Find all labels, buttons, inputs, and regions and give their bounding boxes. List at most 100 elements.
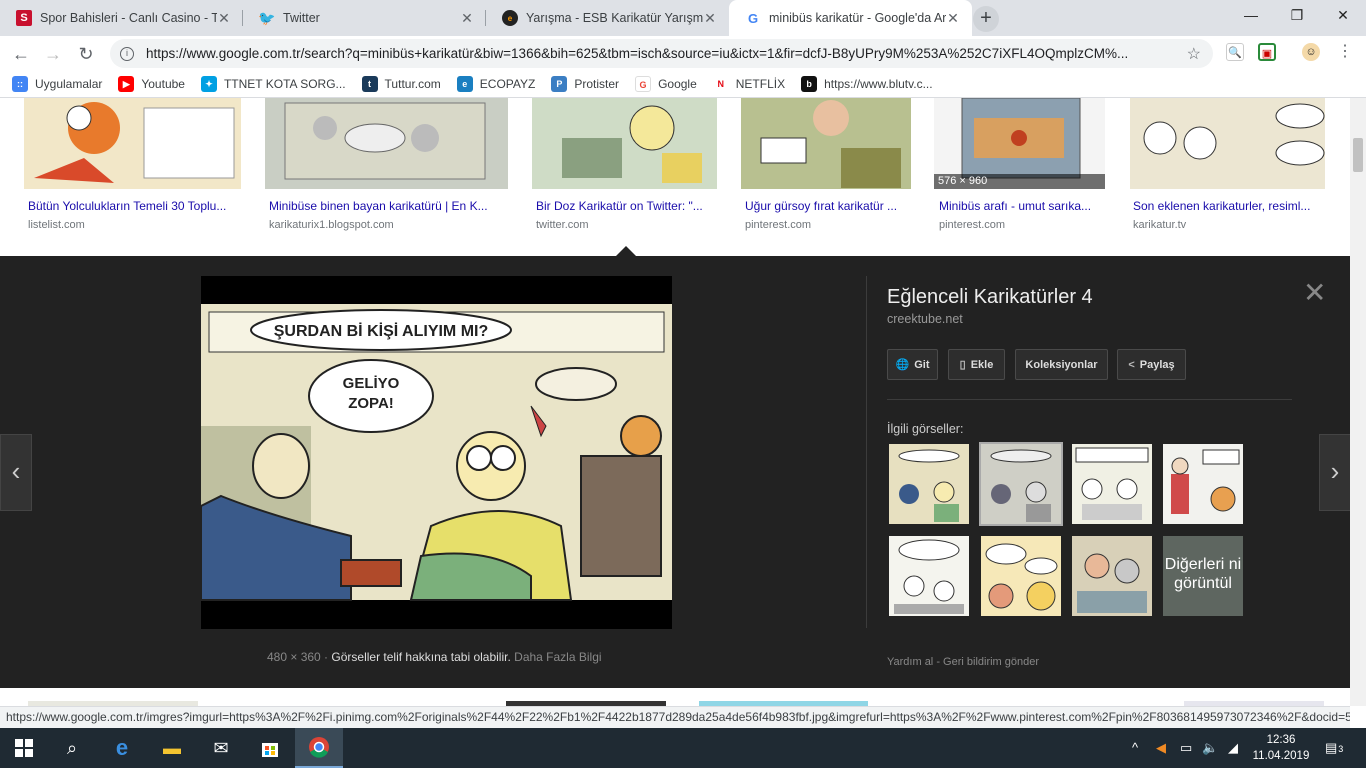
related-image-thumbnail[interactable] (1163, 444, 1243, 524)
result-thumbnail[interactable] (24, 98, 241, 189)
site-info-icon[interactable]: i (120, 46, 134, 61)
browser-toolbar: ← → ↻ i https://www.google.com.tr/search… (0, 36, 1366, 70)
search-extension-icon[interactable]: 🔍 (1226, 43, 1244, 61)
related-image-thumbnail[interactable] (889, 444, 969, 524)
maximize-button[interactable]: ❐ (1274, 0, 1320, 30)
new-tab-button[interactable]: + (973, 6, 999, 32)
globe-icon: 🌐 (895, 359, 910, 371)
profile-avatar[interactable]: ☺ (1302, 43, 1320, 61)
search-icon[interactable]: ⌕ (48, 728, 96, 768)
blutv-icon: b (801, 75, 818, 92)
bookmarks-bar: :: Uygulamalar ▶ Youtube ✦ TTNET KOTA SORG.… (0, 70, 1366, 98)
collections-button-label: Koleksiyonlar (1025, 358, 1098, 371)
tray-chevron-icon[interactable]: ^ (1132, 740, 1138, 755)
chrome-logo-icon (309, 737, 329, 758)
related-image-thumbnail[interactable] (889, 536, 969, 616)
edge-browser-icon[interactable]: e (98, 728, 146, 768)
close-tab-icon[interactable]: ✕ (217, 10, 231, 27)
related-image-thumbnail[interactable] (1072, 444, 1152, 524)
bookmark-uygulamalar[interactable]: :: Uygulamalar (12, 75, 102, 92)
close-tab-icon[interactable]: ✕ (946, 10, 960, 27)
menu-kebab-icon[interactable]: ⋮ (1336, 43, 1354, 61)
volume-icon[interactable]: 🔈 (1202, 740, 1218, 756)
tab-google-search[interactable]: G minibüs karikatür - Google'da Ara ✕ (729, 0, 972, 36)
scrollbar-thumb[interactable] (1353, 138, 1363, 172)
url-text[interactable]: https://www.google.com.tr/search?q=minib… (146, 46, 1166, 61)
next-image-arrow-icon[interactable]: › (1319, 434, 1350, 511)
result-caption[interactable]: Minibüse binen bayan karikatürü | En K..… (269, 199, 509, 213)
system-clock[interactable]: 12:36 11.04.2019 (1252, 732, 1310, 764)
status-bar-url: https://www.google.com.tr/imgres?imgurl=… (0, 706, 1350, 728)
related-image-thumbnail[interactable] (1072, 536, 1152, 616)
close-panel-icon[interactable]: ✕ (1303, 276, 1326, 309)
speaker-alert-icon[interactable]: ◀ (1156, 740, 1166, 756)
tab-spor-bahisleri[interactable]: S Spor Bahisleri - Canlı Casino - Tombal… (0, 0, 243, 36)
more-info-link[interactable]: Daha Fazla Bilgi (514, 650, 601, 664)
help-link[interactable]: Yardım al (887, 656, 933, 668)
result-caption[interactable]: Son eklenen karikaturler, resiml... (1133, 199, 1328, 213)
previous-image-arrow-icon[interactable]: ‹ (0, 434, 32, 511)
minimize-button[interactable]: — (1228, 0, 1274, 30)
main-preview-image[interactable]: ŞURDAN Bİ KİŞİ ALIYIM MI? GELİYO ZOPA! (201, 276, 672, 629)
page-scrollbar[interactable] (1350, 98, 1366, 706)
bookmark-star-icon[interactable]: ☆ (1187, 44, 1201, 64)
bookmark-netflix[interactable]: N NETFLİX (712, 75, 785, 92)
panel-site[interactable]: creektube.net (887, 312, 963, 326)
result-caption[interactable]: Minibüs arafı - umut sarıka... (939, 199, 1109, 213)
forward-arrow-icon[interactable]: → (40, 41, 66, 67)
cartoon-thumbnail-image (981, 536, 1061, 616)
windows-start-icon[interactable] (0, 728, 48, 768)
close-tab-icon[interactable]: ✕ (703, 10, 717, 27)
bookmark-protister[interactable]: P Protister (551, 75, 619, 92)
go-button[interactable]: 🌐 Git (887, 349, 938, 380)
chrome-taskbar-icon[interactable] (295, 728, 343, 768)
bookmark-tuttur[interactable]: t Tuttur.com (361, 75, 441, 92)
tab-title: minibüs karikatür - Google'da Ara (769, 11, 946, 25)
battery-icon[interactable]: ▭ (1180, 740, 1192, 756)
panel-divider (866, 276, 867, 628)
reload-icon[interactable]: ↻ (73, 41, 99, 67)
close-window-button[interactable]: ✕ (1320, 0, 1366, 30)
extension-icon[interactable]: ▣ (1258, 43, 1276, 61)
panel-title[interactable]: Eğlenceli Karikatürler 4 (887, 286, 1093, 309)
windows-logo-icon (15, 739, 33, 757)
cartoon-thumbnail-image (24, 98, 241, 189)
copyright-notice: Görseller telif hakkına tabi olabilir. (331, 650, 511, 664)
bookmark-ttnet[interactable]: ✦ TTNET KOTA SORG... (200, 75, 346, 92)
wifi-icon[interactable]: ◢ (1228, 740, 1238, 756)
twitter-icon: 🐦 (258, 9, 276, 26)
bookmark-blutv[interactable]: b https://www.blutv.c... (801, 75, 933, 92)
tab-esb-yarisma[interactable]: e Yarışma - ESB Karikatür Yarışması ✕ (486, 0, 729, 36)
result-thumbnail[interactable] (265, 98, 508, 189)
address-bar[interactable]: i https://www.google.com.tr/search?q=min… (110, 39, 1213, 68)
bookmark-youtube[interactable]: ▶ Youtube (118, 75, 185, 92)
save-button-label: Ekle (970, 358, 994, 371)
apps-grid-icon: :: (12, 75, 28, 92)
view-more-button[interactable]: Diğerleri ni görüntül (1163, 536, 1243, 616)
bookmark-google[interactable]: G Google (635, 75, 697, 92)
youtube-icon: ▶ (118, 75, 135, 92)
result-thumbnail[interactable] (532, 98, 717, 189)
store-icon[interactable] (246, 728, 294, 768)
action-center-icon[interactable]: ▤3 (1325, 740, 1343, 756)
save-button[interactable]: ▯ Ekle (948, 349, 1005, 380)
mail-icon[interactable]: ✉ (197, 728, 245, 768)
ttnet-icon: ✦ (200, 75, 217, 92)
result-caption[interactable]: Bütün Yolculukların Temeli 30 Toplu... (28, 199, 243, 213)
bookmark-ecopayz[interactable]: e ECOPAYZ (456, 75, 535, 92)
back-arrow-icon[interactable]: ← (8, 41, 34, 67)
related-image-thumbnail-selected[interactable] (979, 442, 1063, 526)
result-thumbnail[interactable] (1130, 98, 1325, 189)
speech-bubble-text: ŞURDAN Bİ KİŞİ ALIYIM MI? (274, 322, 489, 340)
result-caption[interactable]: Uğur gürsoy fırat karikatür ... (745, 199, 915, 213)
file-explorer-icon[interactable]: ▬ (148, 728, 196, 768)
collections-button[interactable]: Koleksiyonlar (1015, 349, 1108, 380)
result-caption[interactable]: Bir Doz Karikatür on Twitter: "... (536, 199, 721, 213)
result-thumbnail[interactable] (741, 98, 911, 189)
related-image-thumbnail[interactable] (981, 536, 1061, 616)
share-button[interactable]: < Paylaş (1117, 349, 1186, 380)
cartoon-thumbnail-image (1072, 536, 1152, 616)
close-tab-icon[interactable]: ✕ (460, 10, 474, 27)
tab-twitter[interactable]: 🐦 Twitter ✕ (243, 0, 486, 36)
feedback-link[interactable]: Geri bildirim gönder (943, 656, 1039, 668)
